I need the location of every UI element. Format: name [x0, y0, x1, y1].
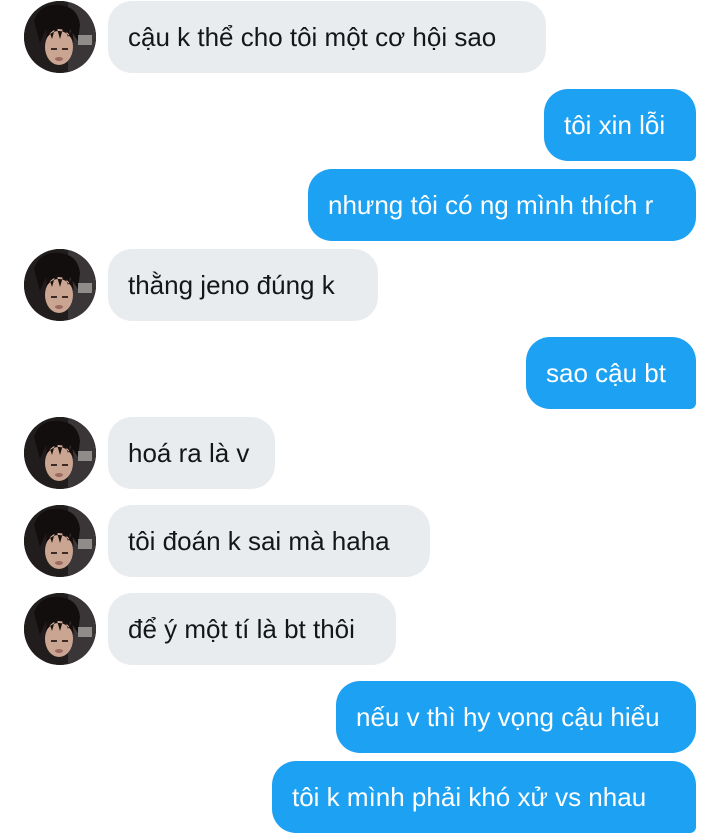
message-row-incoming: hoá ra là v	[0, 417, 720, 489]
message-row-incoming: để ý một tí là bt thôi	[0, 593, 720, 665]
avatar-photo-icon	[24, 505, 96, 577]
message-bubble-outgoing[interactable]: sao cậu bt	[526, 337, 696, 409]
contact-avatar[interactable]	[24, 249, 96, 321]
message-row-outgoing: nếu v thì hy vọng cậu hiểu	[0, 681, 720, 753]
message-row-outgoing: tôi xin lỗi	[0, 89, 720, 161]
message-bubble-incoming[interactable]: tôi đoán k sai mà haha	[108, 505, 430, 577]
message-row-outgoing: tôi k mình phải khó xử vs nhau	[0, 761, 720, 833]
message-row-incoming: thằng jeno đúng k	[0, 249, 720, 321]
avatar-photo-icon	[24, 593, 96, 665]
contact-avatar[interactable]	[24, 593, 96, 665]
message-bubble-incoming[interactable]: để ý một tí là bt thôi	[108, 593, 396, 665]
message-bubble-outgoing[interactable]: tôi k mình phải khó xử vs nhau	[272, 761, 696, 833]
chat-thread: cậu k thể cho tôi một cơ hội sao tôi xin…	[0, 0, 720, 833]
contact-avatar[interactable]	[24, 505, 96, 577]
avatar-photo-icon	[24, 1, 96, 73]
message-bubble-incoming[interactable]: hoá ra là v	[108, 417, 275, 489]
message-row-incoming: cậu k thể cho tôi một cơ hội sao	[0, 1, 720, 73]
message-row-outgoing: sao cậu bt	[0, 337, 720, 409]
avatar-photo-icon	[24, 417, 96, 489]
message-bubble-outgoing[interactable]: tôi xin lỗi	[544, 89, 696, 161]
message-row-outgoing: nhưng tôi có ng mình thích r	[0, 169, 720, 241]
contact-avatar[interactable]	[24, 417, 96, 489]
contact-avatar[interactable]	[24, 1, 96, 73]
message-bubble-incoming[interactable]: cậu k thể cho tôi một cơ hội sao	[108, 1, 546, 73]
avatar-photo-icon	[24, 249, 96, 321]
message-bubble-incoming[interactable]: thằng jeno đúng k	[108, 249, 378, 321]
message-bubble-outgoing[interactable]: nếu v thì hy vọng cậu hiểu	[336, 681, 696, 753]
message-bubble-outgoing[interactable]: nhưng tôi có ng mình thích r	[308, 169, 696, 241]
message-row-incoming: tôi đoán k sai mà haha	[0, 505, 720, 577]
